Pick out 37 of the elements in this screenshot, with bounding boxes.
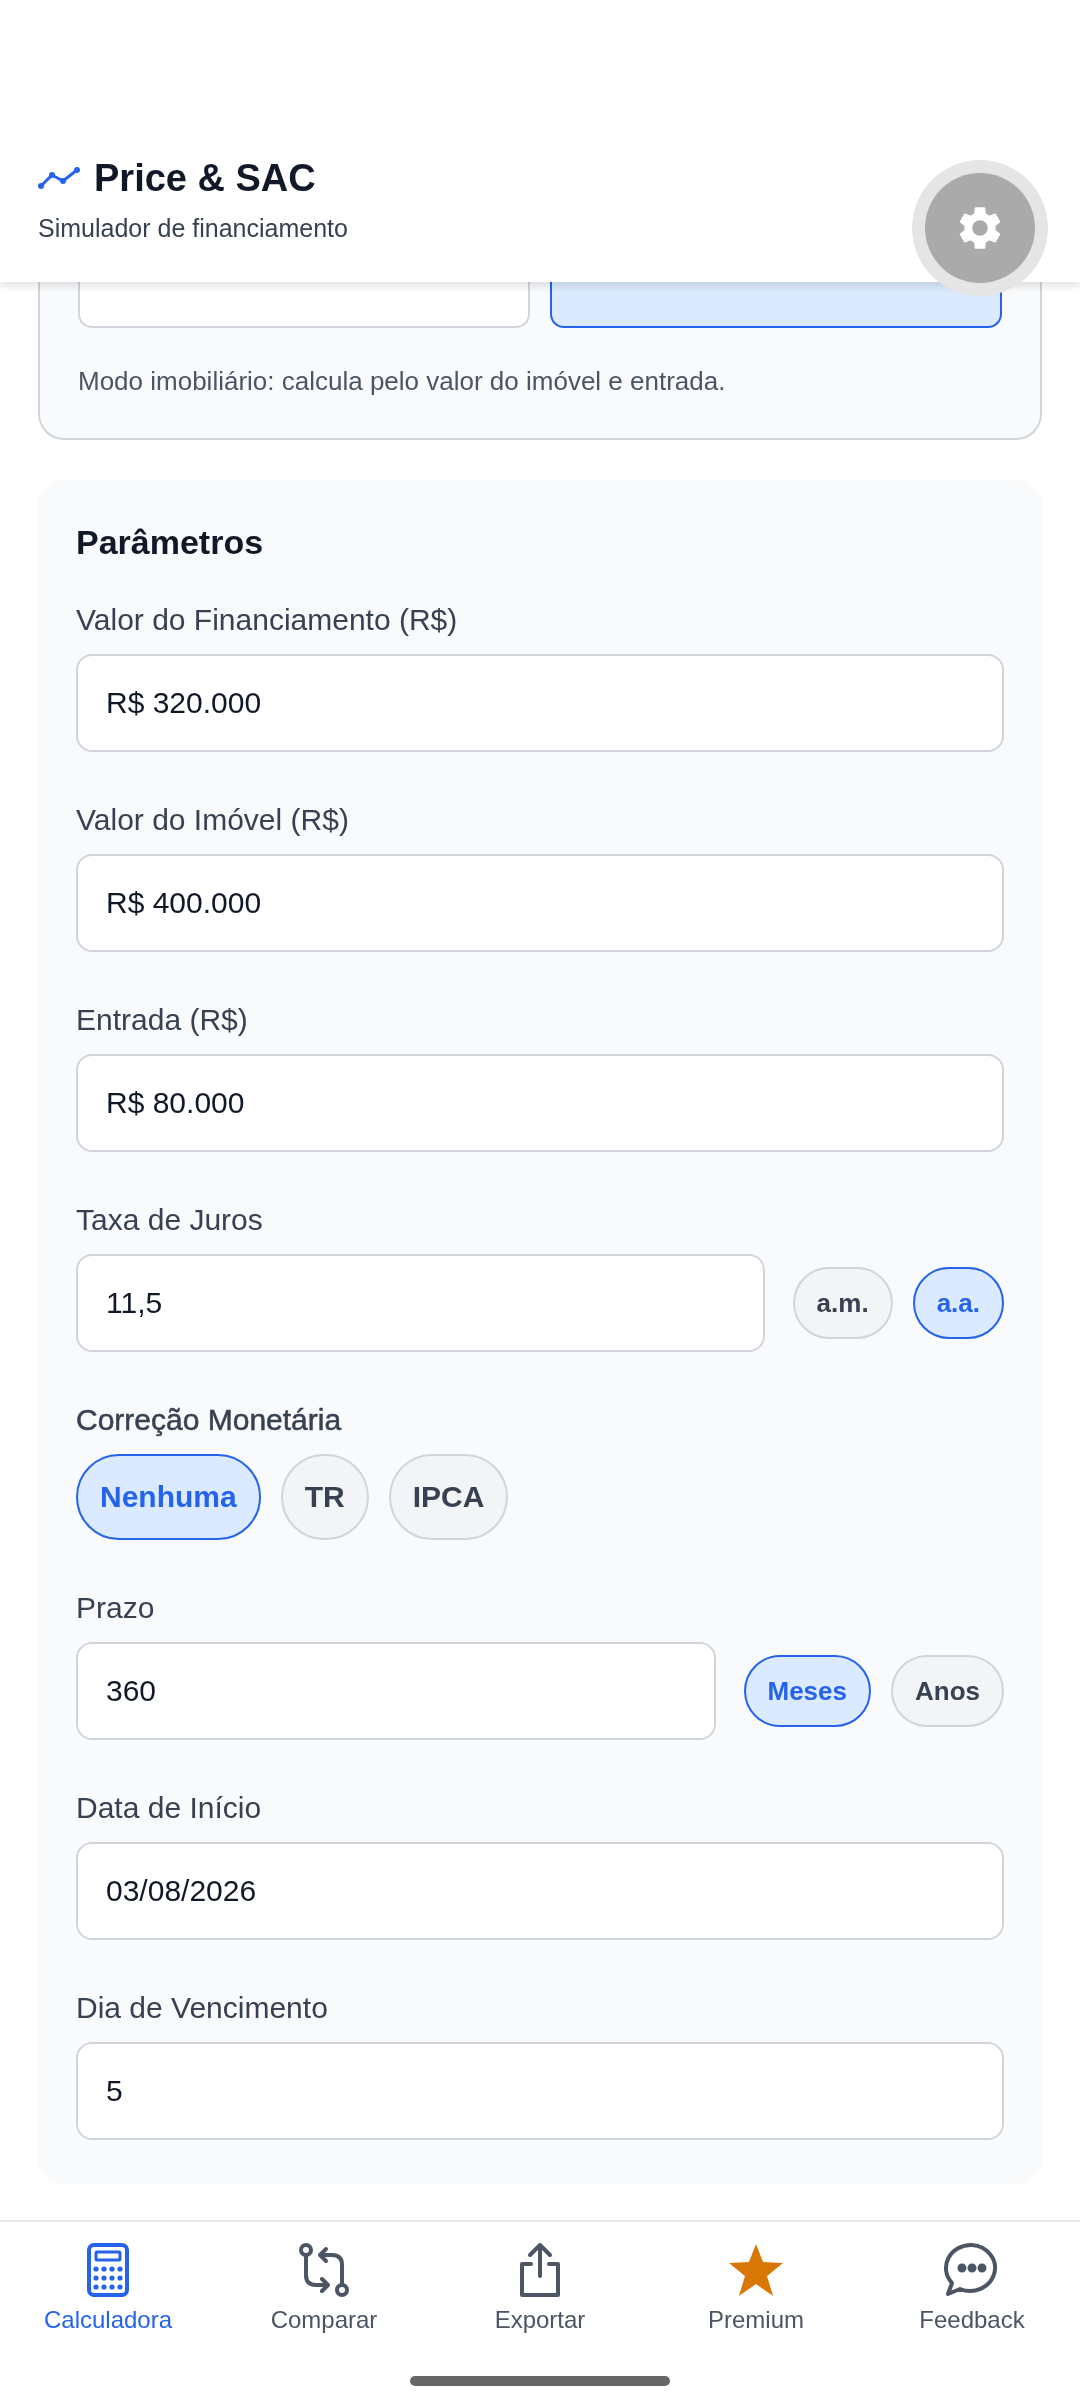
- input-field[interactable]: R$ 80.000: [76, 1054, 1004, 1152]
- input-field[interactable]: R$ 400.000: [76, 854, 1004, 952]
- nav-tab[interactable]: Exportar: [432, 2236, 648, 2340]
- app-title: Price & SAC: [94, 156, 316, 200]
- field-label: Dia de Vencimento: [76, 1990, 329, 2026]
- input-field[interactable]: 03/08/2026: [76, 1842, 1004, 1940]
- input-field[interactable]: R$ 320.000: [76, 654, 1004, 752]
- calculator-icon: [86, 2242, 130, 2298]
- mode-note: Modo imobiliário: calcula pelo valor do imóvel e entrada.: [78, 365, 727, 398]
- nav-tab[interactable]: Premium: [648, 2236, 864, 2340]
- field-label: Valor do Imóvel (R$): [76, 802, 350, 838]
- mode-toggle-button[interactable]: [550, 282, 1002, 328]
- input-field[interactable]: 360: [76, 1642, 716, 1740]
- nav-tab[interactable]: Calculadora: [0, 2236, 216, 2340]
- input-field[interactable]: 11,5: [76, 1254, 765, 1352]
- option-chip[interactable]: IPCA: [388, 1454, 509, 1540]
- unit-toggle-button[interactable]: Anos: [891, 1655, 1004, 1727]
- nav-tab[interactable]: Comparar: [216, 2236, 432, 2340]
- input-field[interactable]: 5: [76, 2042, 1004, 2140]
- field-label: Correção Monetária: [76, 1402, 343, 1438]
- trend-line-icon: [38, 166, 80, 190]
- field-label: Taxa de Juros: [76, 1202, 264, 1238]
- field-label: Prazo: [76, 1590, 156, 1626]
- app-subtitle: Simulador de financiamento: [38, 213, 348, 244]
- section-title: Parâmetros: [76, 522, 265, 563]
- unit-toggle-button[interactable]: a.a.: [912, 1267, 1004, 1339]
- field-label: Entrada (R$): [76, 1002, 249, 1038]
- compare-arrows-icon: [298, 2242, 350, 2298]
- share-icon: [517, 2242, 563, 2298]
- option-chip[interactable]: Nenhuma: [76, 1454, 261, 1540]
- field-label: Valor do Financiamento (R$): [76, 602, 459, 638]
- nav-tab[interactable]: Feedback: [864, 2236, 1080, 2340]
- star-icon: [727, 2242, 785, 2298]
- unit-toggle-button[interactable]: a.m.: [792, 1267, 893, 1339]
- unit-toggle-button[interactable]: Meses: [743, 1655, 871, 1727]
- field-label: Data de Início: [76, 1790, 263, 1826]
- option-chip[interactable]: TR: [280, 1454, 369, 1540]
